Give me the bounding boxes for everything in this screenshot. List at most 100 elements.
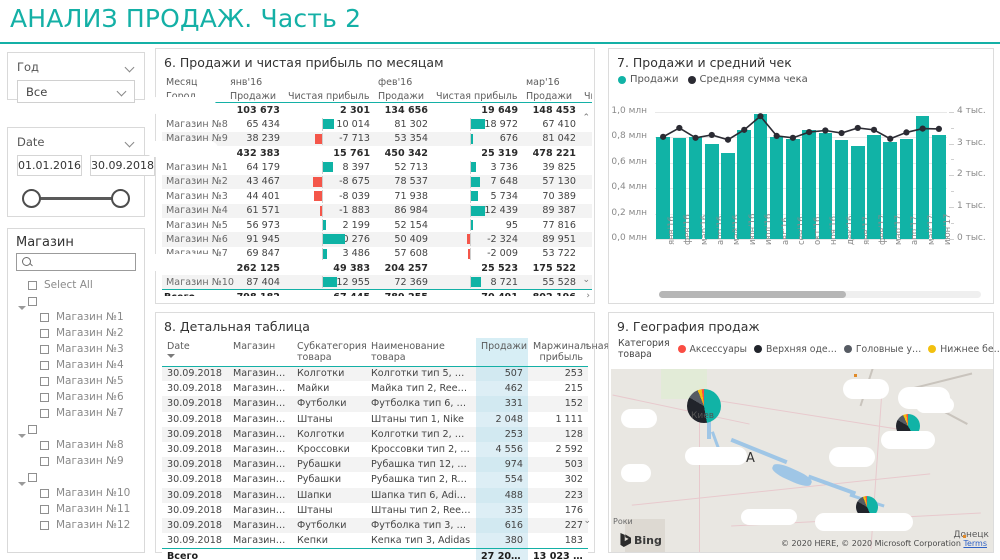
store-item[interactable]: Магазин №8 [16, 437, 144, 453]
bing-logo[interactable]: Bing [619, 533, 662, 547]
table-row[interactable]: 30.09.2018 Магазин №5 Рубашки Рубашка тип 2… [162, 472, 588, 488]
matrix-col-sales-2[interactable]: Продажи [374, 88, 432, 104]
table-row[interactable]: 30.09.2018 Магазин №1 Футболки Футболка тип… [162, 396, 588, 412]
store-item[interactable]: Магазин №6 [16, 389, 144, 405]
checkbox-icon[interactable] [28, 472, 37, 482]
matrix-month-1[interactable]: янв'16 [226, 74, 284, 88]
date-from-input[interactable]: 01.01.2016 [17, 155, 82, 176]
checkbox-icon[interactable] [40, 344, 49, 354]
table-row[interactable]: 30.09.2018 Магазин №6 Футболки Футболка тип… [162, 517, 588, 534]
slicer-store[interactable]: Магазин Select All Магазин №1 Магазин №2… [7, 228, 145, 553]
store-item[interactable]: Магазин №11 [16, 501, 144, 517]
scroll-down-caret-icon[interactable]: ⌄ [583, 516, 591, 526]
chevron-down-icon[interactable] [125, 139, 136, 146]
slider-handle-left[interactable] [22, 189, 41, 208]
checkbox-icon[interactable] [40, 440, 49, 450]
matrix-row-label[interactable]: Магазин №10 [162, 275, 234, 290]
store-item[interactable]: Магазин №2 [16, 325, 144, 341]
matrix-col-sales-1[interactable]: Продажи [226, 88, 284, 104]
sort-descending-icon[interactable] [167, 354, 175, 358]
matrix-row-label[interactable] [162, 261, 226, 276]
slider-handle-right[interactable] [111, 189, 130, 208]
table-row[interactable]: 30.09.2018 Магазин №7 Кепки Кепка тип 3, Ad… [162, 533, 588, 549]
chart-plot-area[interactable]: 0,0 млн 0,2 млн 0,4 млн 0,6 млн 0,8 млн 1,0 м… [611, 89, 991, 301]
slicer-date-header[interactable]: Date [8, 128, 144, 153]
legend-item-sales[interactable]: Продажи [618, 74, 679, 85]
scrollbar-thumb[interactable] [659, 291, 846, 298]
table-row[interactable]: 30.09.2018 Магазин №2 Колготки Колготки тип… [162, 426, 588, 442]
matrix-col-sales-3[interactable]: Продажи [522, 88, 580, 104]
table-row[interactable]: 30.09.2018 Магазин №5 Штаны Штаны тип 2, Re… [162, 502, 588, 518]
slicer-year-header[interactable]: Год [8, 53, 144, 78]
detail-col-date[interactable]: Date [162, 338, 228, 367]
slicer-year-dropdown[interactable]: Все [17, 80, 135, 103]
table-row[interactable]: 30.09.2018 Магазин №5 Шапки Шапка тип 6, Ad… [162, 487, 588, 503]
store-select-all[interactable]: Select All [16, 277, 144, 293]
checkbox-icon[interactable] [40, 488, 49, 498]
matrix-row-label[interactable]: Магазин №4 [162, 203, 228, 218]
map-pie-marker[interactable] [856, 496, 878, 518]
matrix-scroll-area[interactable]: Месяц янв'16 фев'16 мар'16 а Город Прода… [162, 74, 592, 296]
matrix-col-profit-2[interactable]: Чистая прибыль [432, 88, 522, 104]
chevron-down-icon[interactable] [125, 64, 136, 71]
table-row[interactable]: 30.09.2018 Магазин №1 Штаны Штаны тип 1, Ni… [162, 411, 588, 427]
store-item[interactable]: Магазин №5 [16, 373, 144, 389]
map-terms-link[interactable]: Terms [963, 539, 987, 548]
checkbox-icon[interactable] [40, 456, 49, 466]
scroll-up-caret-icon[interactable]: ⌃ [583, 343, 591, 353]
store-search-input[interactable] [16, 253, 136, 271]
matrix-row-label[interactable]: Магазин №9 [162, 131, 228, 146]
matrix-month-3[interactable]: мар'16 [522, 74, 580, 88]
checkbox-icon[interactable] [28, 296, 37, 306]
slicer-year[interactable]: Год Все [7, 52, 145, 103]
date-range-slider[interactable] [22, 186, 130, 212]
detail-col-subcategory[interactable]: Субкатегория товара [292, 338, 367, 367]
store-item[interactable]: Магазин №12 [16, 517, 144, 533]
matrix-row-label[interactable]: Магазин №3 [162, 189, 228, 203]
store-group-3[interactable] [16, 469, 144, 486]
matrix-col-profit-1[interactable]: Чистая прибыль [284, 88, 374, 104]
checkbox-icon[interactable] [28, 280, 37, 290]
matrix-col-profit-3[interactable]: Чистая прибыль [580, 88, 592, 104]
chart-horizontal-scrollbar[interactable] [659, 291, 981, 298]
matrix-row-label[interactable]: Магазин №6 [162, 232, 228, 247]
bing-map-canvas[interactable]: Киев Донецк Роки А Bing © 2020 HERE, © 2… [611, 369, 993, 552]
map-legend-item-accessories[interactable]: Аксессуары [677, 344, 747, 355]
date-to-input[interactable]: 30.09.2018 [89, 155, 155, 176]
store-item[interactable]: Магазин №3 [16, 341, 144, 357]
detail-col-store[interactable]: Магазин [228, 338, 292, 367]
table-row[interactable]: 30.09.2018 Магазин №1 Майки Майка тип 2, Re… [162, 381, 588, 397]
map-pie-marker[interactable] [896, 414, 920, 438]
store-group-2[interactable] [16, 421, 144, 438]
matrix-row-label[interactable]: Магазин №8 [162, 117, 228, 131]
matrix-row-label[interactable]: Магазин №2 [162, 174, 228, 190]
detail-col-sales[interactable]: Продажи [476, 338, 528, 367]
matrix-row-label[interactable] [162, 145, 226, 161]
matrix-row-label[interactable]: Магазин №5 [162, 218, 228, 232]
store-item[interactable]: Магазин №1 [16, 309, 144, 325]
map-legend-item-underwear[interactable]: Нижнее бе… [928, 344, 1000, 355]
checkbox-icon[interactable] [40, 360, 49, 370]
checkbox-icon[interactable] [40, 312, 49, 322]
checkbox-icon[interactable] [40, 408, 49, 418]
scroll-down-caret-icon[interactable]: ⌄ [582, 275, 590, 285]
table-row[interactable]: 30.09.2018 Магазин №1 Колготки Колготки тип… [162, 366, 588, 382]
checkbox-icon[interactable] [40, 504, 49, 514]
checkbox-icon[interactable] [40, 376, 49, 386]
checkbox-icon[interactable] [28, 424, 37, 434]
matrix-month-2[interactable]: фев'16 [374, 74, 432, 88]
store-item[interactable]: Магазин №7 [16, 405, 144, 421]
scroll-up-caret-icon[interactable]: ⌃ [582, 113, 590, 123]
detail-col-product[interactable]: Наименование товара [366, 338, 476, 367]
store-item[interactable]: Магазин №10 [16, 485, 144, 501]
table-row[interactable]: 30.09.2018 Магазин №2 Рубашки Рубашка тип 1… [162, 457, 588, 473]
matrix-row-label[interactable]: Магазин №1 [162, 160, 228, 174]
store-item[interactable]: Магазин №4 [16, 357, 144, 373]
chevron-down-icon[interactable] [117, 88, 128, 95]
map-legend-item-outerwear[interactable]: Верхняя оде… [754, 344, 837, 355]
slicer-date[interactable]: Date 01.01.2016 30.09.2018 [7, 127, 155, 217]
checkbox-icon[interactable] [40, 328, 49, 338]
store-item[interactable]: Магазин №9 [16, 453, 144, 469]
matrix-row-label[interactable] [162, 102, 226, 118]
checkbox-icon[interactable] [40, 392, 49, 402]
